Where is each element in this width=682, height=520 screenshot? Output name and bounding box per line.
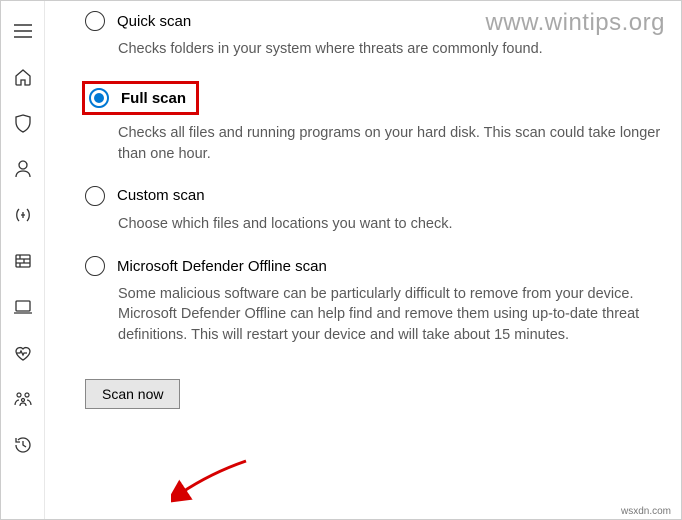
option-full-scan: Full scan Checks all files and running p… [71, 81, 661, 164]
option-custom-scan: Custom scan Choose which files and locat… [71, 186, 661, 234]
health-icon[interactable] [11, 341, 35, 365]
sidebar [1, 1, 45, 519]
option-desc: Checks all files and running programs on… [118, 123, 661, 164]
family-icon[interactable] [11, 387, 35, 411]
option-title: Custom scan [117, 187, 205, 204]
watermark-text: www.wintips.org [485, 9, 665, 37]
option-title: Quick scan [117, 13, 191, 30]
history-icon[interactable] [11, 433, 35, 457]
scan-now-button[interactable]: Scan now [85, 379, 180, 409]
option-desc: Some malicious software can be particula… [118, 284, 661, 345]
option-title: Microsoft Defender Offline scan [117, 258, 327, 275]
device-icon[interactable] [11, 295, 35, 319]
option-desc: Checks folders in your system where thre… [118, 39, 661, 59]
firewall-icon[interactable] [11, 249, 35, 273]
option-offline-scan: Microsoft Defender Offline scan Some mal… [71, 256, 661, 345]
scan-options-panel: Quick scan Checks folders in your system… [71, 11, 661, 519]
highlight-marker: Full scan [82, 81, 199, 115]
network-icon[interactable] [11, 203, 35, 227]
option-title: Full scan [121, 90, 186, 107]
credit-text: wsxdn.com [621, 506, 671, 517]
option-desc: Choose which files and locations you wan… [118, 214, 661, 234]
radio-quick-scan[interactable] [85, 11, 105, 31]
radio-custom-scan[interactable] [85, 186, 105, 206]
menu-icon[interactable] [11, 19, 35, 43]
account-icon[interactable] [11, 157, 35, 181]
shield-icon[interactable] [11, 111, 35, 135]
radio-offline-scan[interactable] [85, 256, 105, 276]
radio-full-scan[interactable] [89, 88, 109, 108]
home-icon[interactable] [11, 65, 35, 89]
